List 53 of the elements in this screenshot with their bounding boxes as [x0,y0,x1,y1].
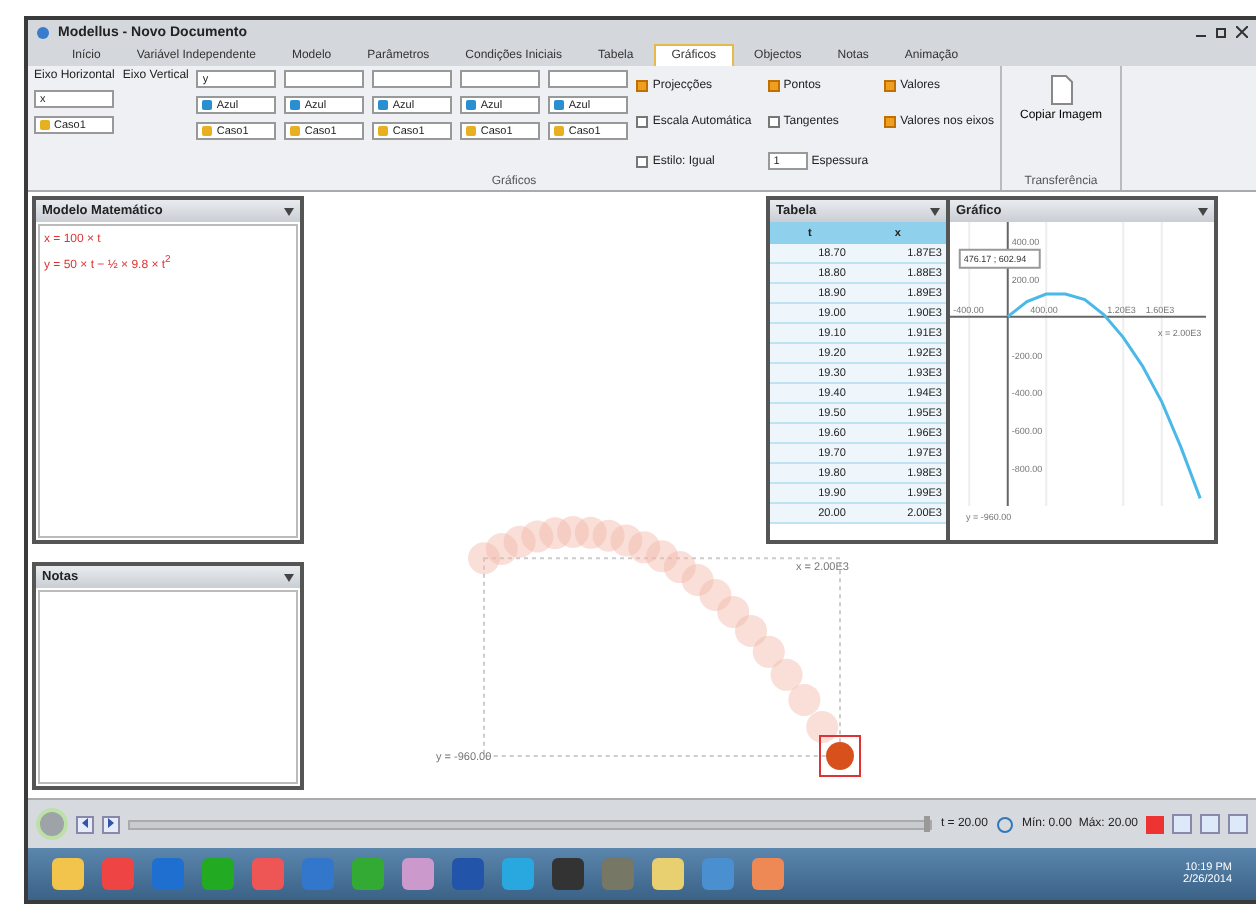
trail-circle [752,635,785,668]
notes-area[interactable] [38,590,298,784]
trail-circle [788,683,821,716]
variable-dropdown[interactable] [372,70,453,88]
taskbar-app-icon[interactable] [52,858,84,890]
step-back-button[interactable] [76,815,94,833]
trail-circle [646,540,678,573]
checkbox[interactable] [636,155,649,167]
checkbox[interactable] [636,80,649,92]
trail-circle [681,564,714,597]
checkbox[interactable] [767,116,780,128]
document-icon [1049,74,1074,106]
close-icon[interactable] [1236,26,1248,38]
taskbar-app-icon[interactable] [652,858,684,890]
trail-circle [574,516,607,549]
trail-circle [503,525,536,558]
variable-dropdown[interactable] [460,70,541,88]
collapse-icon[interactable] [1198,207,1208,215]
trail-circle [663,551,696,584]
trail-circle [806,710,839,743]
collapse-icon[interactable] [284,573,294,581]
stop-button[interactable] [1146,815,1164,833]
checkbox[interactable] [884,116,897,128]
trail-circle [717,595,750,628]
app-logo-icon [36,25,50,39]
trail-circle [521,520,554,553]
refresh-icon[interactable] [995,815,1014,833]
left-arrow-icon [80,817,90,827]
checkbox[interactable] [767,80,780,92]
trail-circle [699,578,732,611]
trail-circle [610,524,643,557]
checkbox[interactable] [636,116,649,128]
trail-circle [770,658,803,691]
tooltip-box [958,248,1041,269]
right-arrow-icon [106,817,116,827]
step-forward-button[interactable] [102,815,120,833]
trail-circle [468,542,500,575]
checkbox[interactable] [884,80,897,92]
collapse-icon[interactable] [930,207,940,215]
time-slider[interactable] [128,819,933,829]
trail-circle [628,531,661,564]
collapse-icon[interactable] [284,207,294,215]
variable-dropdown[interactable] [284,70,365,88]
taskbar-app-icon[interactable] [752,858,784,890]
trail-circle [592,519,625,552]
taskbar-app-icon[interactable] [502,858,534,890]
taskbar-app-icon[interactable] [402,858,434,890]
trail-circle [485,533,518,565]
variable-dropdown[interactable] [548,70,629,88]
taskbar-app-icon[interactable] [552,858,584,890]
taskbar-app-icon[interactable] [352,858,384,890]
trail-circle [735,614,767,647]
restore-icon[interactable] [1216,26,1228,38]
